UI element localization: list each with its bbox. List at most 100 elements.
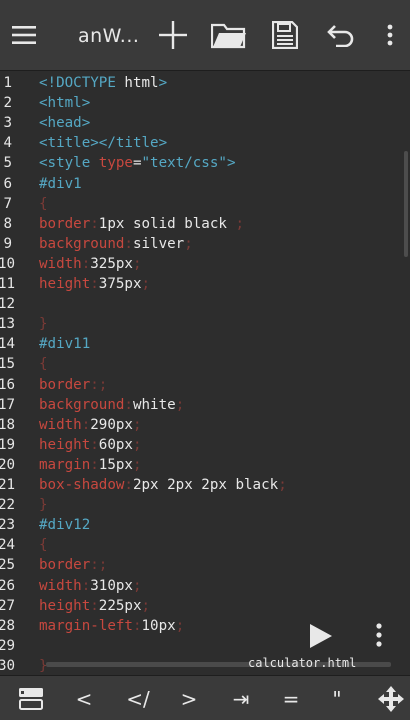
code-line[interactable]: 11 height:375px; — [0, 274, 410, 294]
code-line[interactable]: 21 box-shadow:2px 2px 2px black; — [0, 475, 410, 495]
file-title[interactable]: anW... — [78, 20, 139, 52]
code-line[interactable]: 1 <!DOCTYPE html> — [0, 73, 410, 93]
run-button[interactable] — [306, 621, 336, 651]
code-line[interactable]: 25 border:; — [0, 555, 410, 575]
code-token: ; — [278, 477, 287, 493]
code-line[interactable]: 20 margin:15px; — [0, 455, 410, 475]
code-token: = — [132, 155, 142, 172]
code-token: <html> — [39, 95, 91, 112]
move-arrows-icon — [378, 685, 404, 712]
code-token: border — [39, 557, 91, 574]
code-text: background:white; — [39, 395, 184, 415]
key-label: > — [180, 686, 198, 711]
code-token: border — [39, 376, 91, 393]
menu-button[interactable] — [8, 14, 40, 56]
vertical-scrollbar[interactable] — [404, 151, 408, 257]
code-line[interactable]: 8 border:1px solid black ; — [0, 214, 410, 234]
new-file-button[interactable] — [156, 14, 190, 56]
code-line[interactable]: 16 border:; — [0, 375, 410, 395]
code-token: :; — [90, 557, 108, 574]
code-token: ; — [132, 436, 142, 453]
code-token: ; — [132, 416, 142, 433]
code-token: : — [132, 617, 142, 634]
code-line[interactable]: 24 { — [0, 535, 410, 555]
key-closing-tag[interactable]: </ — [118, 676, 158, 720]
code-token: 325px — [90, 255, 133, 272]
code-token: { — [39, 537, 48, 554]
code-token: silver — [132, 235, 185, 252]
line-number: 28 — [0, 617, 16, 634]
code-line[interactable]: 12 — [0, 294, 410, 314]
code-line[interactable]: 6 #div1 — [0, 174, 410, 194]
code-token: #div11 — [39, 336, 91, 353]
code-token: white — [132, 396, 176, 413]
code-token: ; — [235, 215, 245, 232]
code-line[interactable]: 13} — [0, 314, 410, 334]
code-line[interactable]: 3 <head> — [0, 113, 410, 133]
plus-icon — [159, 21, 187, 49]
line-number: 30 — [0, 657, 16, 674]
app-window: anW... 1 <!DOCTYPE html> 2 <html> 3 <hea… — [0, 0, 410, 720]
code-line[interactable]: 9 background:silver; — [0, 234, 410, 254]
code-token: : — [124, 396, 133, 413]
code-line[interactable]: 29 — [0, 636, 410, 656]
key-equals[interactable]: = — [276, 676, 306, 720]
line-number: 3 — [3, 115, 12, 132]
undo-button[interactable] — [326, 14, 356, 56]
panel-toggle-key[interactable] — [10, 676, 52, 720]
key-label: </ — [126, 686, 150, 711]
run-options-button[interactable] — [369, 621, 389, 651]
code-text: } — [39, 495, 48, 515]
code-line[interactable]: 27 height:225px; — [0, 596, 410, 616]
code-text: { — [39, 535, 48, 555]
key-tab[interactable]: ⇥ — [223, 676, 259, 720]
code-text: <style type="text/css"> — [39, 153, 235, 173]
code-token: : — [90, 276, 99, 292]
play-icon — [310, 624, 332, 648]
move-cursor-key[interactable] — [374, 676, 408, 720]
code-token: <style — [39, 155, 99, 172]
code-line[interactable]: 4 <title></title> — [0, 133, 410, 153]
code-line[interactable]: 10 width:325px; — [0, 254, 410, 274]
more-options-button[interactable] — [380, 14, 400, 56]
key-greater-than[interactable]: > — [173, 676, 205, 720]
menu-icon — [12, 26, 36, 44]
code-editor[interactable]: 1 <!DOCTYPE html> 2 <html> 3 <head> 4 <title></… — [0, 71, 410, 675]
code-line[interactable]: 7{ — [0, 194, 410, 214]
code-token: width — [39, 577, 82, 594]
code-text: height:375px; — [39, 274, 150, 294]
code-line[interactable]: 18 width:290px; — [0, 415, 410, 435]
key-less-than[interactable]: < — [68, 676, 100, 720]
line-number: 18 — [0, 416, 16, 433]
key-quote[interactable]: " — [322, 676, 352, 720]
line-number: 21 — [0, 477, 16, 493]
code-text: margin:15px; — [39, 455, 142, 475]
code-token: ; — [141, 597, 151, 614]
code-token: #div12 — [39, 517, 91, 534]
code-line[interactable]: 26 width:310px; — [0, 576, 410, 596]
symbol-key-bar: < </ > ⇥ = " — [0, 675, 410, 720]
save-button[interactable] — [270, 14, 300, 56]
code-line[interactable]: 2 <html> — [0, 93, 410, 113]
code-token: 290px — [90, 416, 133, 433]
code-token: ; — [132, 255, 142, 272]
code-token: > — [158, 75, 168, 91]
code-line[interactable]: 19 height:60px; — [0, 435, 410, 455]
code-line[interactable]: 15 { — [0, 354, 410, 374]
line-number: 26 — [0, 577, 16, 594]
line-number: 17 — [0, 396, 16, 413]
code-line[interactable]: 14 #div11 — [0, 334, 410, 354]
code-token: height — [39, 276, 91, 292]
line-number: 22 — [0, 497, 16, 514]
code-token: ; — [184, 235, 193, 252]
open-folder-button[interactable] — [210, 14, 248, 56]
code-line[interactable]: 5 <style type="text/css"> — [0, 153, 410, 173]
code-token: } — [39, 497, 48, 514]
code-line[interactable]: 22} — [0, 495, 410, 515]
code-token: : — [90, 597, 99, 614]
code-token: box-shadow — [39, 477, 125, 493]
code-line[interactable]: 28 margin-left:10px; — [0, 616, 410, 636]
code-line[interactable]: 23 #div12 — [0, 515, 410, 535]
line-number: 2 — [3, 95, 12, 112]
code-line[interactable]: 17 background:white; — [0, 395, 410, 415]
